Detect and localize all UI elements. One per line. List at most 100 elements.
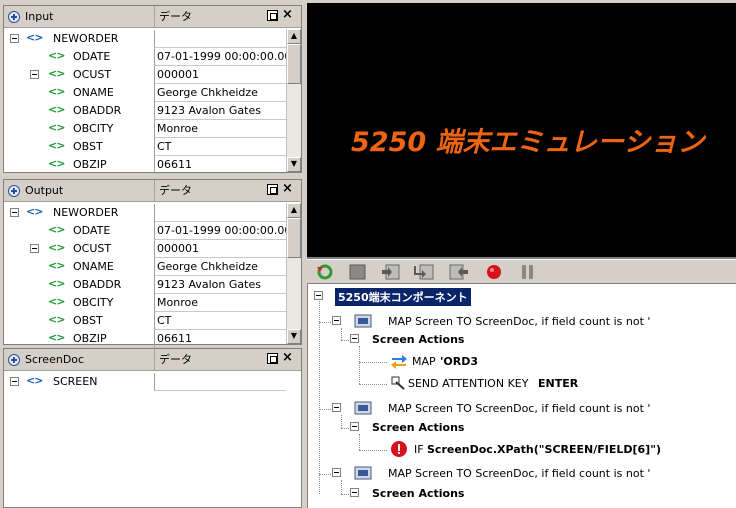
tree-row-obst[interactable]: <> OBST CT bbox=[4, 138, 286, 156]
vertical-scrollbar[interactable]: ▲ ▼ bbox=[286, 203, 301, 344]
tree-label: SCREEN bbox=[53, 375, 98, 388]
restore-icon[interactable] bbox=[267, 353, 278, 364]
emulator-title: 5250 端末エミュレーション bbox=[351, 127, 705, 158]
close-icon[interactable]: × bbox=[282, 180, 293, 198]
tree-value[interactable]: CT bbox=[154, 312, 286, 330]
collapse-toggle-icon[interactable] bbox=[350, 334, 359, 343]
terminal-emulator-screen[interactable]: 5250 端末エミュレーション bbox=[307, 3, 736, 259]
tree-value[interactable]: 9123 Avalon Gates bbox=[154, 102, 286, 120]
step-over-icon[interactable] bbox=[448, 263, 470, 281]
if-condition-row[interactable]: IF ScreenDoc.XPath("SCREEN/FIELD[6]") bbox=[388, 440, 688, 458]
component-root-node[interactable]: 5250端末コンポーネント bbox=[312, 287, 512, 306]
scroll-down-button[interactable]: ▼ bbox=[287, 157, 301, 172]
collapse-toggle-icon[interactable] bbox=[350, 422, 359, 431]
tree-row-odate[interactable]: <> ODATE 07-01-1999 00:00:00.00 bbox=[4, 222, 286, 240]
refresh-icon[interactable] bbox=[314, 263, 336, 281]
step-into-icon[interactable] bbox=[414, 263, 436, 281]
scroll-up-button[interactable]: ▲ bbox=[287, 203, 301, 218]
tree-row-ocust[interactable]: <> OCUST 000001 bbox=[4, 66, 286, 84]
tree-value[interactable]: CT bbox=[154, 138, 286, 156]
tree-row-obzip[interactable]: <> OBZIP 06611 bbox=[4, 330, 286, 348]
collapse-toggle-icon[interactable] bbox=[332, 468, 341, 477]
field-tag-icon: <> bbox=[48, 103, 65, 116]
scroll-thumb[interactable] bbox=[287, 218, 301, 258]
pause-icon[interactable] bbox=[516, 263, 538, 281]
tree-row-odate[interactable]: <> ODATE 07-01-1999 00:00:00.00 bbox=[4, 48, 286, 66]
field-tag-icon: <> bbox=[48, 313, 65, 326]
map-action-row[interactable]: MAP Screen TO ScreenDoc, if field count … bbox=[330, 312, 730, 330]
map-action-row[interactable]: MAP Screen TO ScreenDoc, if field count … bbox=[330, 464, 730, 482]
tree-row-obcity[interactable]: <> OBCITY Monroe bbox=[4, 294, 286, 312]
close-icon[interactable]: × bbox=[282, 349, 293, 367]
scroll-up-button[interactable]: ▲ bbox=[287, 29, 301, 44]
tree-row-obst[interactable]: <> OBST CT bbox=[4, 312, 286, 330]
field-tag-icon: <> bbox=[48, 241, 65, 254]
input-panel-header: Input データ × bbox=[4, 6, 301, 28]
collapse-toggle-icon[interactable] bbox=[10, 208, 19, 217]
screen-actions-node[interactable]: Screen Actions bbox=[348, 330, 548, 348]
tree-value[interactable] bbox=[154, 204, 286, 222]
tree-value[interactable]: 06611 bbox=[154, 156, 286, 174]
send-attention-row[interactable]: SEND ATTENTION KEY ENTER bbox=[388, 374, 668, 392]
tree-value[interactable]: Monroe bbox=[154, 294, 286, 312]
tree-value[interactable]: 000001 bbox=[154, 240, 286, 258]
tree-row-obzip[interactable]: <> OBZIP 06611 bbox=[4, 156, 286, 174]
vertical-scrollbar[interactable]: ▲ ▼ bbox=[286, 29, 301, 172]
field-tag-icon: <> bbox=[48, 223, 65, 236]
collapse-toggle-icon[interactable] bbox=[10, 377, 19, 386]
record-icon[interactable] bbox=[483, 263, 505, 281]
collapse-toggle-icon[interactable] bbox=[10, 34, 19, 43]
expand-plus-icon[interactable] bbox=[8, 185, 20, 197]
map-ord3-prefix: MAP bbox=[412, 355, 436, 368]
tree-value[interactable]: George Chkheidze bbox=[154, 84, 286, 102]
screen-actions-node[interactable]: Screen Actions bbox=[348, 484, 548, 502]
tree-label: OBST bbox=[73, 140, 103, 153]
tree-row-oname[interactable]: <> ONAME George Chkheidze bbox=[4, 258, 286, 276]
tree-row-obcity[interactable]: <> OBCITY Monroe bbox=[4, 120, 286, 138]
tree-row-screen[interactable]: <> SCREEN bbox=[4, 373, 286, 391]
tree-value[interactable] bbox=[154, 30, 286, 48]
tree-value[interactable]: Monroe bbox=[154, 120, 286, 138]
close-icon[interactable]: × bbox=[282, 6, 293, 24]
tree-row-neworder[interactable]: <> NEWORDER bbox=[4, 30, 286, 48]
tree-row-obaddr[interactable]: <> OBADDR 9123 Avalon Gates bbox=[4, 102, 286, 120]
tree-value[interactable]: George Chkheidze bbox=[154, 258, 286, 276]
tree-value[interactable]: 06611 bbox=[154, 330, 286, 348]
tree-label: OBZIP bbox=[73, 158, 107, 171]
output-panel-header: Output データ × bbox=[4, 180, 301, 202]
tree-row-neworder[interactable]: <> NEWORDER bbox=[4, 204, 286, 222]
collapse-toggle-icon[interactable] bbox=[314, 291, 323, 300]
field-tag-icon: <> bbox=[48, 157, 65, 170]
alert-icon bbox=[391, 441, 407, 457]
collapse-toggle-icon[interactable] bbox=[30, 70, 39, 79]
step-icon[interactable] bbox=[380, 263, 402, 281]
collapse-toggle-icon[interactable] bbox=[350, 488, 359, 497]
scroll-thumb[interactable] bbox=[287, 44, 301, 84]
field-tag-icon: <> bbox=[48, 49, 65, 62]
map-action-label: MAP Screen TO ScreenDoc, if field count … bbox=[388, 402, 651, 415]
tree-value[interactable]: 07-01-1999 00:00:00.00 bbox=[154, 222, 286, 240]
map-ord3-row[interactable]: MAP 'ORD3 bbox=[388, 352, 638, 370]
collapse-toggle-icon[interactable] bbox=[30, 244, 39, 253]
tree-row-obaddr[interactable]: <> OBADDR 9123 Avalon Gates bbox=[4, 276, 286, 294]
expand-plus-icon[interactable] bbox=[8, 354, 20, 366]
stop-icon[interactable] bbox=[347, 263, 369, 281]
collapse-toggle-icon[interactable] bbox=[332, 316, 341, 325]
restore-icon[interactable] bbox=[267, 10, 278, 21]
data-column-header: データ bbox=[154, 349, 301, 371]
tree-value[interactable]: 9123 Avalon Gates bbox=[154, 276, 286, 294]
field-tag-icon: <> bbox=[48, 121, 65, 134]
expand-plus-icon[interactable] bbox=[8, 11, 20, 23]
tree-value[interactable]: 07-01-1999 00:00:00.00 bbox=[154, 48, 286, 66]
tree-value[interactable]: 000001 bbox=[154, 66, 286, 84]
restore-icon[interactable] bbox=[267, 184, 278, 195]
tree-label: OBCITY bbox=[73, 122, 114, 135]
map-action-row[interactable]: MAP Screen TO ScreenDoc, if field count … bbox=[330, 399, 730, 417]
tree-value[interactable] bbox=[154, 373, 286, 391]
scroll-down-button[interactable]: ▼ bbox=[287, 329, 301, 344]
field-tag-icon: <> bbox=[48, 67, 65, 80]
collapse-toggle-icon[interactable] bbox=[332, 403, 341, 412]
tree-row-oname[interactable]: <> ONAME George Chkheidze bbox=[4, 84, 286, 102]
tree-row-ocust[interactable]: <> OCUST 000001 bbox=[4, 240, 286, 258]
screen-actions-node[interactable]: Screen Actions bbox=[348, 418, 548, 436]
